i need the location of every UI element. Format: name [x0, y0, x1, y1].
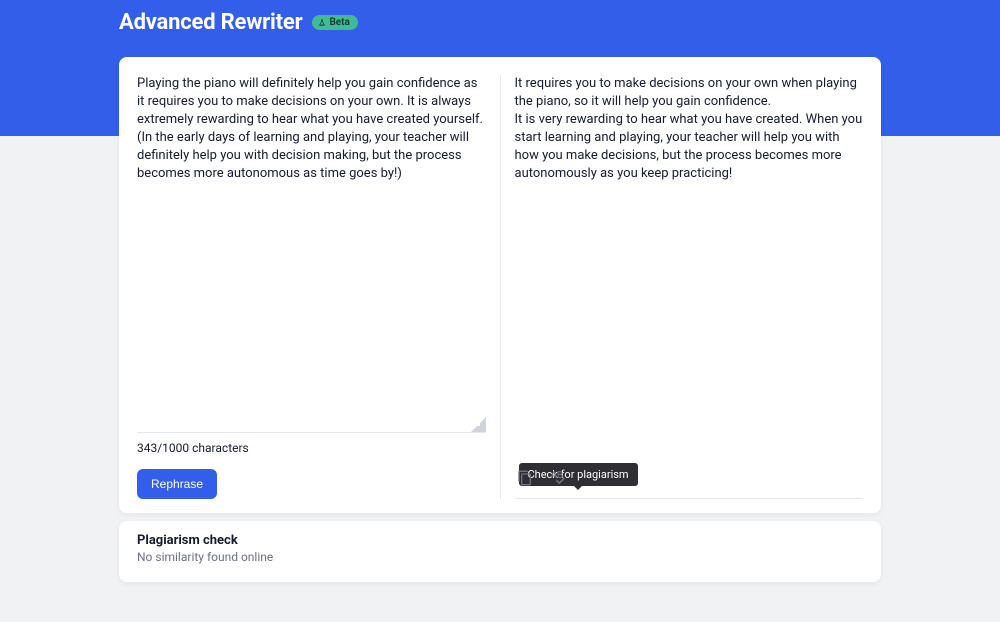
- output-paragraph: It requires you to make decisions on you…: [515, 75, 864, 111]
- plagiarism-title: Plagiarism check: [137, 533, 863, 548]
- flask-icon: [318, 19, 326, 27]
- char-counter: 343/1000 characters: [137, 441, 486, 455]
- spellcheck-icon: [549, 470, 565, 486]
- rewriter-card: 343/1000 characters Rephrase It requires…: [119, 57, 881, 513]
- copy-button[interactable]: [515, 468, 535, 488]
- plagiarism-check-button[interactable]: [547, 468, 567, 488]
- source-text-input[interactable]: [137, 75, 486, 433]
- plagiarism-subtitle: No similarity found online: [137, 550, 863, 564]
- output-paragraph: It is very rewarding to hear what you ha…: [515, 111, 864, 183]
- beta-badge-label: Beta: [329, 17, 349, 28]
- plagiarism-card: Plagiarism check No similarity found onl…: [119, 521, 881, 582]
- output-actions: [515, 458, 864, 499]
- beta-badge: Beta: [312, 15, 357, 30]
- output-text: It requires you to make decisions on you…: [515, 75, 864, 183]
- copy-icon: [517, 470, 533, 486]
- input-column: 343/1000 characters Rephrase: [137, 75, 500, 499]
- page-header: Advanced Rewriter Beta: [119, 10, 881, 35]
- page-title: Advanced Rewriter: [119, 10, 302, 35]
- output-column: It requires you to make decisions on you…: [500, 75, 864, 499]
- rephrase-button[interactable]: Rephrase: [137, 469, 217, 499]
